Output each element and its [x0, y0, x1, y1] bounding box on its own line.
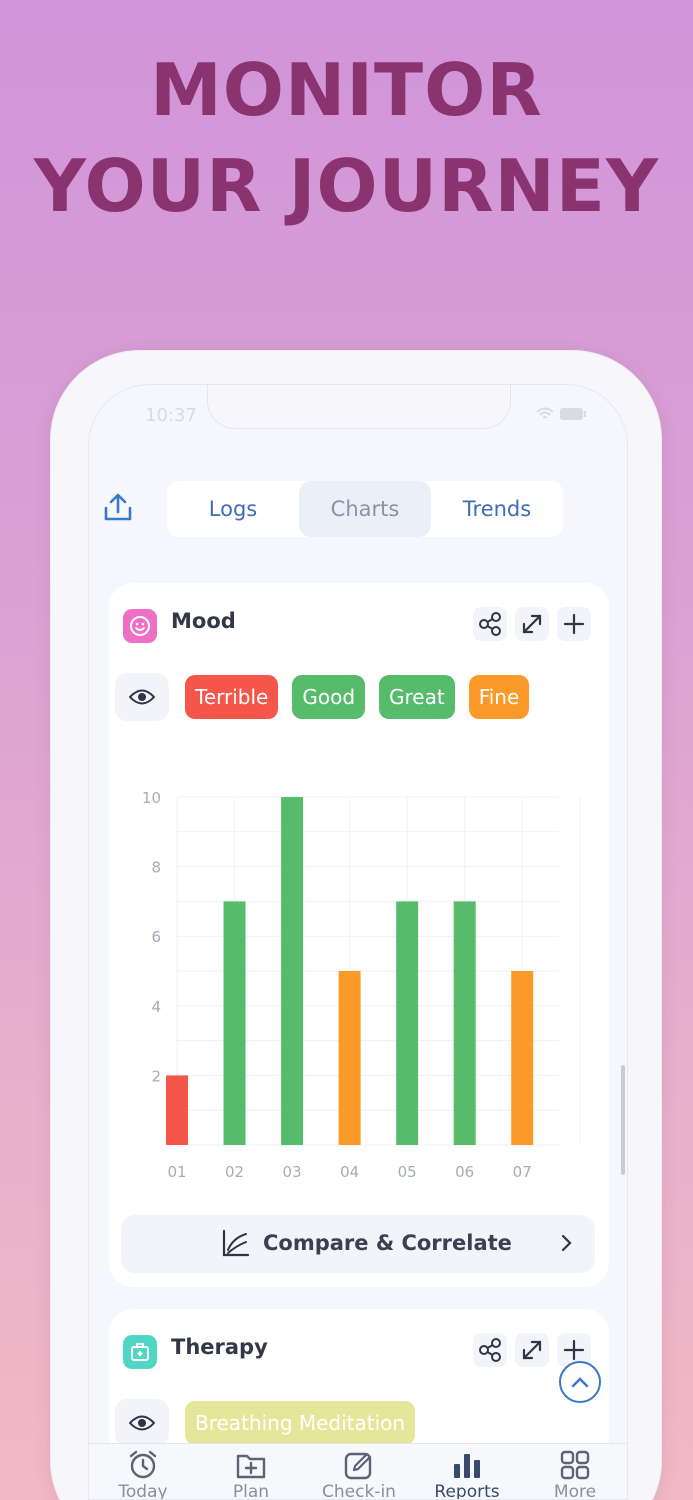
x-tick-label: 04: [340, 1163, 359, 1181]
tabbar-plan[interactable]: Plan: [197, 1444, 305, 1500]
tabbar-today[interactable]: Today: [89, 1444, 197, 1500]
share-network-icon[interactable]: [473, 1333, 507, 1367]
headline: MONITOR YOUR JOURNEY: [0, 42, 693, 234]
bar: [396, 901, 419, 1145]
chip-great[interactable]: Great: [379, 675, 455, 719]
mood-card: Mood Terrible Good Great Fine 2 4 6 8 10 01 02…: [109, 583, 609, 1287]
bar: [453, 901, 476, 1145]
compare-correlate-button[interactable]: Compare & Correlate: [121, 1215, 595, 1273]
x-tick-label: 07: [513, 1163, 532, 1181]
bar: [338, 971, 361, 1145]
mood-chips: Terrible Good Great Fine: [185, 675, 530, 719]
smiley-icon: [123, 609, 157, 643]
share-network-icon[interactable]: [473, 607, 507, 641]
eye-icon[interactable]: [115, 1399, 169, 1447]
bar: [166, 1075, 188, 1145]
chevron-right-icon: [561, 1234, 572, 1252]
scrollbar[interactable]: [621, 1065, 625, 1175]
notch: [207, 385, 511, 429]
tab-trends[interactable]: Trends: [431, 481, 563, 537]
therapy-title: Therapy: [171, 1335, 268, 1359]
tabbar-label: Check-in: [322, 1482, 396, 1500]
tabbar-label: Reports: [434, 1482, 500, 1500]
tabbar-checkin[interactable]: Check-in: [305, 1444, 413, 1500]
tabbar-label: Plan: [232, 1482, 270, 1500]
alarm-clock-icon: [129, 1450, 157, 1479]
headline-line-2: YOUR JOURNEY: [33, 144, 660, 228]
eye-icon[interactable]: [115, 673, 169, 721]
chevron-up-icon: [571, 1377, 589, 1388]
y-tick-label: 4: [151, 998, 161, 1016]
tabbar-label: More: [553, 1482, 597, 1500]
x-tick-label: 01: [167, 1163, 186, 1181]
chip-fine[interactable]: Fine: [468, 675, 530, 719]
wifi-icon: [535, 407, 554, 419]
headline-line-1: MONITOR: [150, 48, 543, 132]
x-tick-label: 06: [455, 1163, 474, 1181]
y-tick-label: 2: [151, 1067, 161, 1085]
x-tick-label: 02: [225, 1163, 244, 1181]
chip-good[interactable]: Good: [292, 675, 366, 719]
mood-title: Mood: [171, 609, 236, 633]
phone-screen: 10:37 Logs Charts Trends Mood Terrible G…: [88, 384, 628, 1500]
bar: [223, 901, 246, 1145]
mood-tools: [473, 607, 591, 641]
tab-charts[interactable]: Charts: [299, 481, 431, 537]
battery-icon: [560, 408, 586, 420]
tabbar-label: Today: [118, 1482, 168, 1500]
tabbar-more[interactable]: More: [521, 1444, 627, 1500]
tabbar-reports[interactable]: Reports: [413, 1444, 521, 1500]
chip-breathing-meditation[interactable]: Breathing Meditation: [185, 1401, 416, 1445]
y-tick-label: 10: [142, 789, 161, 807]
plus-icon[interactable]: [557, 607, 591, 641]
status-icons: [535, 407, 587, 425]
bar-chart-icon: [454, 1454, 480, 1478]
expand-icon[interactable]: [515, 607, 549, 641]
therapy-icon: [123, 1335, 157, 1369]
expand-icon[interactable]: [515, 1333, 549, 1367]
view-segmented-control: Logs Charts Trends: [167, 481, 563, 537]
line-chart-icon: [222, 1229, 250, 1257]
therapy-chips: Breathing Meditation: [185, 1401, 416, 1445]
bottom-tab-bar: Today Plan Check-in Reports More: [89, 1443, 627, 1500]
x-tick-label: 03: [283, 1163, 302, 1181]
compare-label: Compare & Correlate: [263, 1231, 512, 1255]
mood-bar-chart: 2 4 6 8 10 01 02 03 04 05 06 07: [142, 789, 581, 1181]
folder-plus-icon: [236, 1454, 266, 1479]
scroll-to-top-button[interactable]: [559, 1361, 601, 1403]
x-tick-label: 05: [398, 1163, 417, 1181]
grid-icon: [560, 1450, 590, 1480]
chip-terrible[interactable]: Terrible: [185, 675, 279, 719]
share-icon[interactable]: [101, 491, 135, 525]
tab-logs[interactable]: Logs: [167, 481, 299, 537]
status-time: 10:37: [145, 405, 197, 426]
y-tick-label: 8: [151, 859, 161, 877]
y-tick-label: 6: [151, 928, 161, 946]
bar: [511, 971, 534, 1145]
bar: [281, 797, 304, 1145]
edit-icon: [344, 1452, 372, 1480]
